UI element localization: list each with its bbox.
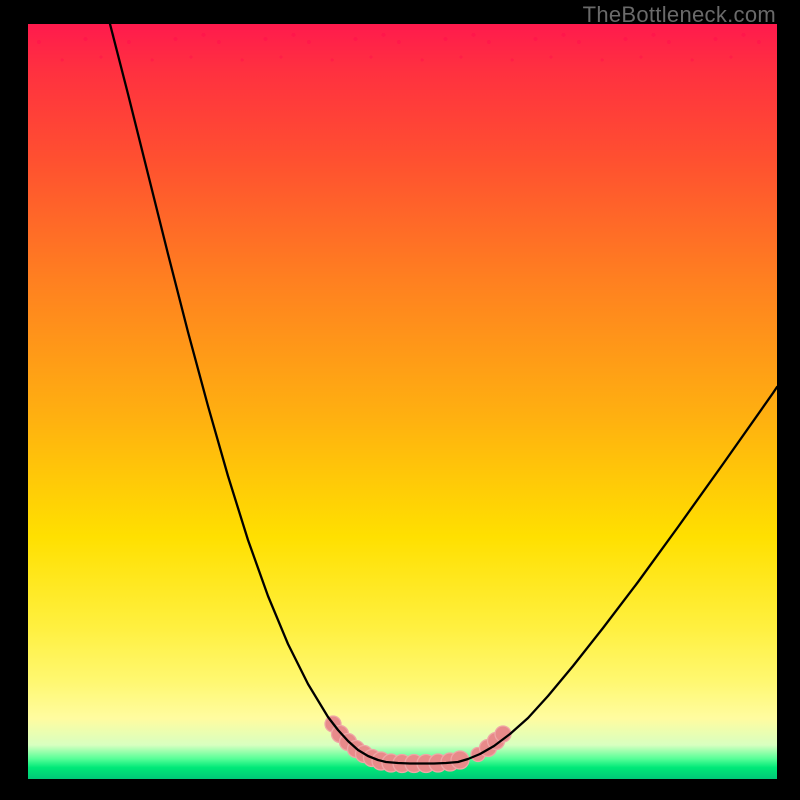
bottleneck-curve xyxy=(110,24,777,764)
plot-area xyxy=(28,24,777,779)
bottleneck-curve-svg xyxy=(28,24,777,779)
chart-frame: TheBottleneck.com xyxy=(0,0,800,800)
watermark-text: TheBottleneck.com xyxy=(583,2,776,28)
